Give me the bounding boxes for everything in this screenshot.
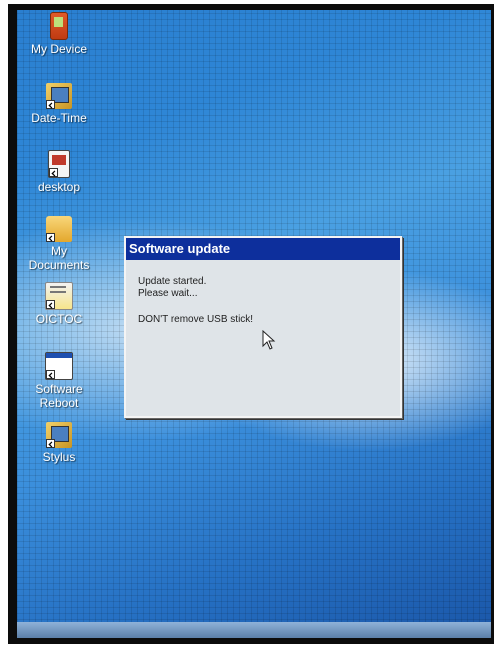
desktop-icon-label: My Documents <box>28 244 90 272</box>
folder-icon <box>46 216 72 242</box>
status-line-wait: Please wait... <box>138 288 198 299</box>
desktop-icon-desktop[interactable]: desktop <box>23 150 95 194</box>
desktop-icon-my-device[interactable]: My Device <box>23 12 95 56</box>
desktop-icon-oictoc[interactable]: OICTOC <box>23 282 95 326</box>
pda-icon <box>50 12 68 40</box>
app-shortcut-icon <box>45 282 73 310</box>
shortcut-folder-icon <box>46 422 72 448</box>
status-line-started: Update started. <box>138 276 207 287</box>
desktop-icon-label: desktop <box>37 180 81 194</box>
window-shortcut-icon <box>45 352 73 380</box>
desktop-icon-label: Stylus <box>42 450 76 464</box>
mouse-pointer-icon <box>262 330 276 350</box>
desktop-icon-label: Software Reboot <box>35 382 83 410</box>
desktop-icon-date-time[interactable]: Date-Time <box>23 83 95 125</box>
desktop-icon-software-reboot[interactable]: Software Reboot <box>23 352 95 410</box>
desktop-icon-label: OICTOC <box>35 312 83 326</box>
desktop-icon-stylus[interactable]: Stylus <box>23 422 95 464</box>
desktop-icon-label: My Device <box>30 42 87 56</box>
desktop-icon-my-documents[interactable]: My Documents <box>23 216 95 272</box>
usb-warning-text: DON'T remove USB stick! <box>138 314 254 325</box>
software-update-dialog: Software update Update started. Please w… <box>124 236 402 418</box>
dialog-title: Software update <box>126 238 400 260</box>
shortcut-folder-icon <box>46 83 72 109</box>
desktop-shortcut-icon <box>48 150 70 178</box>
desktop-icon-label: Date-Time <box>31 111 87 125</box>
